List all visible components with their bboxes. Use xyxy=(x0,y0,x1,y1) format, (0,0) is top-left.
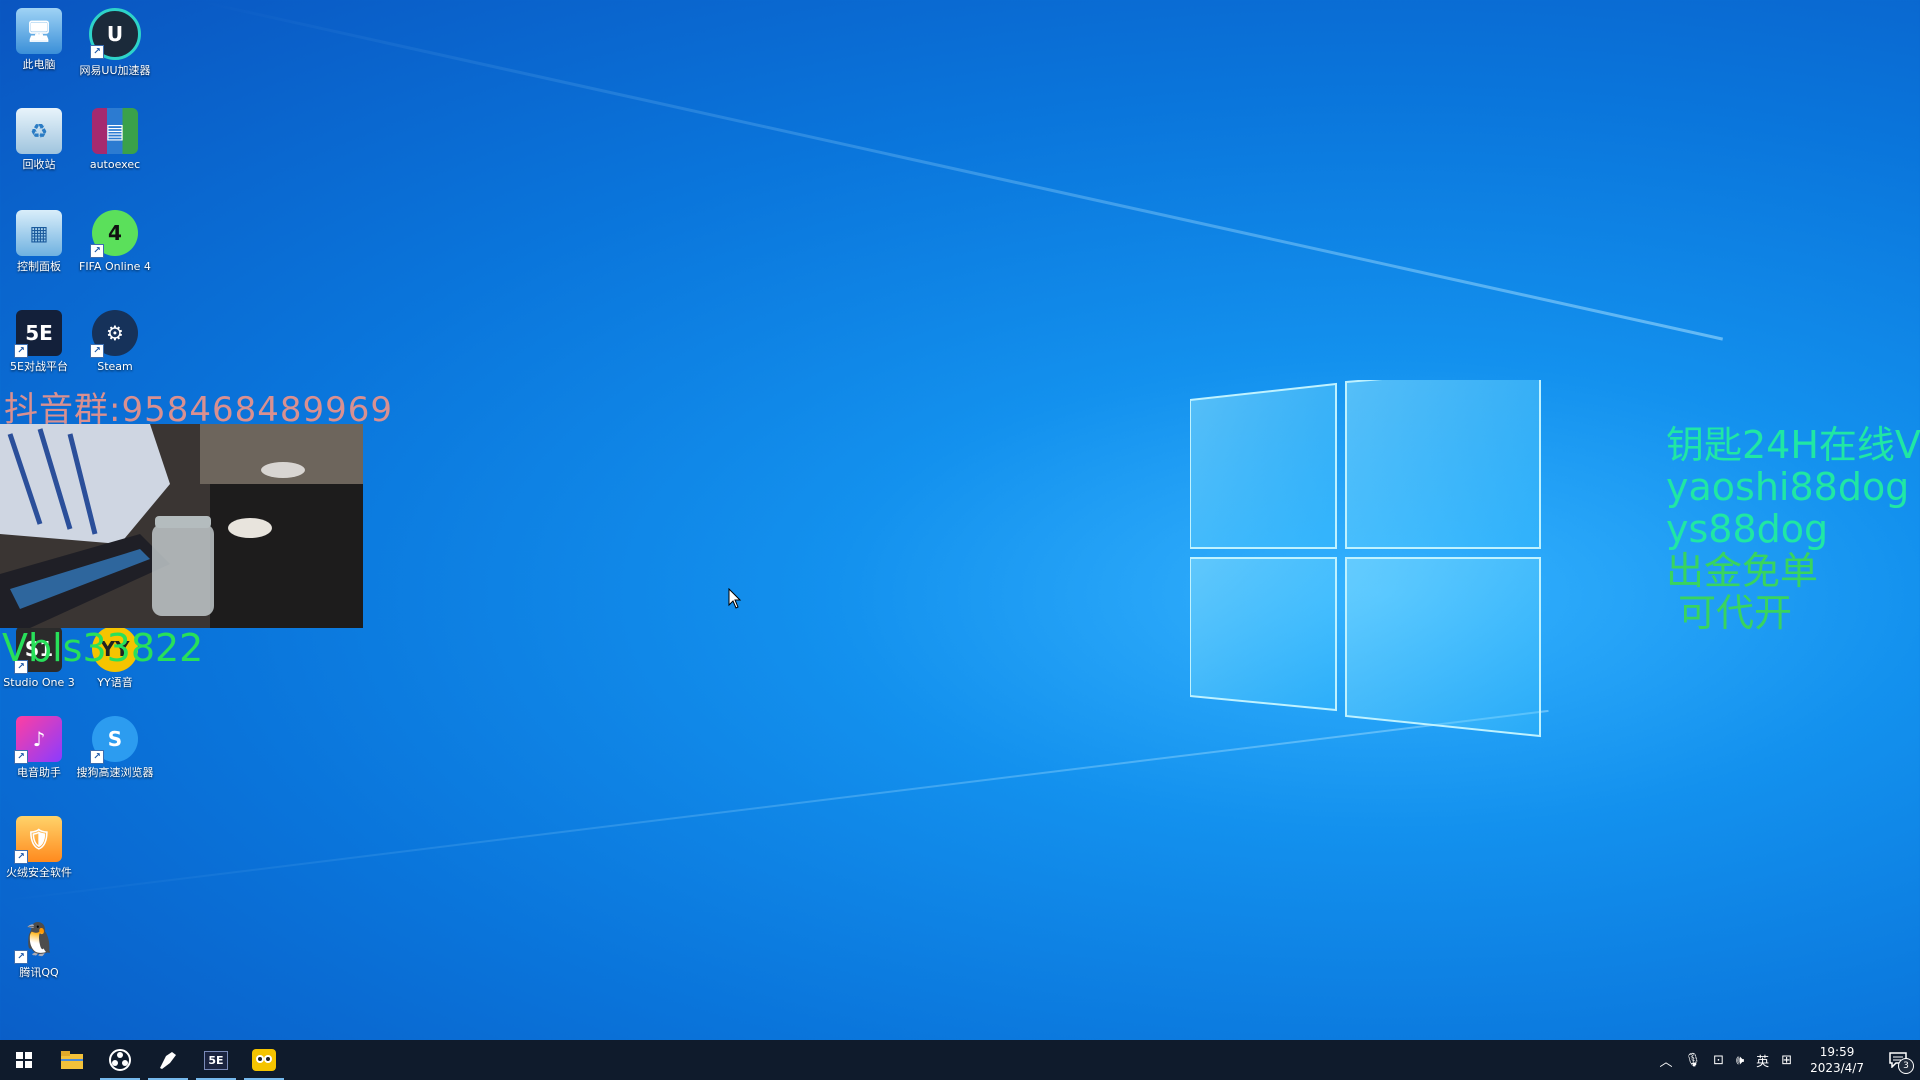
taskbar-yy[interactable] xyxy=(240,1040,288,1080)
desktop-icon-label: 腾讯QQ xyxy=(19,966,59,979)
clock-date: 2023/4/7 xyxy=(1810,1061,1864,1075)
desktop-icon-qq[interactable]: 🐧 ↗ 腾讯QQ xyxy=(0,916,78,980)
input-method-indicator[interactable]: 英 xyxy=(1750,1051,1775,1070)
webcam-scene xyxy=(0,424,363,628)
show-hidden-icons-chevron-icon[interactable]: ︿ xyxy=(1654,1051,1679,1070)
volume-icon[interactable]: 🕪 xyxy=(1730,1053,1750,1068)
fifa-online-icon: 4 ↗ xyxy=(90,210,138,258)
desktop-icon-label: YY语音 xyxy=(97,676,133,689)
taskbar-file-explorer[interactable] xyxy=(48,1040,96,1080)
desktop-icon-steam[interactable]: ⚙ ↗ Steam xyxy=(76,310,154,374)
desktop-icon-label: 回收站 xyxy=(22,158,56,171)
taskbar-obs[interactable] xyxy=(96,1040,144,1080)
desktop-icon-music-assistant[interactable]: ♪ ↗ 电音助手 xyxy=(0,716,78,780)
taskbar: 5E ︿ 🎙 ⊡ 🕪 英 ⊞ 19:59 2023/4/7 3 xyxy=(0,1040,1920,1080)
promo-text-overlay: 钥匙24H在线V yaoshi88dog ys88dog 出金免单 可代开 xyxy=(1666,424,1920,634)
desktop-icon-label: FIFA Online 4 xyxy=(79,260,151,273)
desktop-icon-sogou-browser[interactable]: S ↗ 搜狗高速浏览器 xyxy=(76,716,154,780)
desktop-icon-label: 网易UU加速器 xyxy=(79,64,151,77)
yy-taskbar-icon xyxy=(252,1049,276,1071)
windows-start-icon xyxy=(16,1052,32,1068)
control-panel-icon: ▦ xyxy=(16,210,62,256)
system-tray: ︿ 🎙 ⊡ 🕪 英 ⊞ 19:59 2023/4/7 3 xyxy=(1654,1040,1920,1080)
desktop-icon-label: autoexec xyxy=(89,158,141,171)
desktop-icon-label: 电音助手 xyxy=(17,766,61,779)
huorong-security-icon: 🛡 ↗ xyxy=(14,816,62,864)
promo-line: 出金免单 xyxy=(1666,549,1819,593)
keyboard-layout-icon[interactable]: ⊞ xyxy=(1775,1053,1798,1068)
promo-line: ys88dog xyxy=(1666,507,1829,551)
desktop-icon-autoexec[interactable]: ▤ autoexec xyxy=(76,108,154,172)
desktop-icon-label: 搜狗高速浏览器 xyxy=(76,766,154,779)
clock[interactable]: 19:59 2023/4/7 xyxy=(1798,1044,1876,1076)
desktop-icon-label: 火绒安全软件 xyxy=(6,866,72,879)
obs-icon xyxy=(109,1049,131,1071)
promo-line: yaoshi88dog xyxy=(1666,465,1910,509)
taskbar-pen-tool[interactable] xyxy=(144,1040,192,1080)
computer-icon: 🖥 xyxy=(16,8,62,54)
promo-line: 钥匙24H在线V xyxy=(1666,423,1920,467)
windows-logo-wallpaper xyxy=(1190,380,1541,738)
taskbar-5e[interactable]: 5E xyxy=(192,1040,240,1080)
start-button[interactable] xyxy=(0,1040,48,1080)
steam-icon: ⚙ ↗ xyxy=(90,310,138,358)
promo-line: 可代开 xyxy=(1678,591,1793,635)
desktop-icon-label: Studio One 3 xyxy=(3,676,75,689)
desktop-icon-label: 此电脑 xyxy=(22,58,56,71)
uu-accelerator-icon: U ↗ xyxy=(89,8,141,60)
music-assistant-icon: ♪ ↗ xyxy=(14,716,62,764)
desktop-icon-label: Steam xyxy=(97,360,133,373)
desktop-icon-fifa-online[interactable]: 4 ↗ FIFA Online 4 xyxy=(76,210,154,274)
microphone-icon[interactable]: 🎙 xyxy=(1679,1053,1708,1068)
5e-taskbar-icon: 5E xyxy=(204,1050,228,1070)
desktop-icon-label: 控制面板 xyxy=(17,260,61,273)
clock-time: 19:59 xyxy=(1819,1045,1855,1059)
vx-contact-overlay: Vbls33822 xyxy=(2,626,204,670)
sogou-browser-icon: S ↗ xyxy=(90,716,138,764)
pen-tool-icon xyxy=(160,1052,176,1069)
desktop-icon-5e-platform[interactable]: 5E ↗ 5E对战平台 xyxy=(0,310,78,374)
winrar-archive-icon: ▤ xyxy=(92,108,138,154)
desktop-icon-huorong-security[interactable]: 🛡 ↗ 火绒安全软件 xyxy=(0,816,78,880)
desktop-icon-uu-accelerator[interactable]: U ↗ 网易UU加速器 xyxy=(76,8,154,78)
action-center-button[interactable]: 3 xyxy=(1876,1040,1920,1080)
webcam-overlay xyxy=(0,424,363,628)
desktop-icon-recycle-bin[interactable]: ♻ 回收站 xyxy=(0,108,78,172)
recycle-bin-icon: ♻ xyxy=(16,108,62,154)
5e-platform-icon: 5E ↗ xyxy=(14,310,62,358)
qq-penguin-icon: 🐧 ↗ xyxy=(14,916,62,964)
notification-count-badge: 3 xyxy=(1898,1058,1914,1074)
mouse-cursor-icon xyxy=(728,588,742,609)
network-icon[interactable]: ⊡ xyxy=(1707,1053,1730,1068)
desktop-icon-label: 5E对战平台 xyxy=(10,360,68,373)
desktop-icon-control-panel[interactable]: ▦ 控制面板 xyxy=(0,210,78,274)
file-explorer-icon xyxy=(61,1051,83,1069)
desktop-icon-computer[interactable]: 🖥 此电脑 xyxy=(0,8,78,72)
wallpaper-beam xyxy=(199,0,1724,341)
